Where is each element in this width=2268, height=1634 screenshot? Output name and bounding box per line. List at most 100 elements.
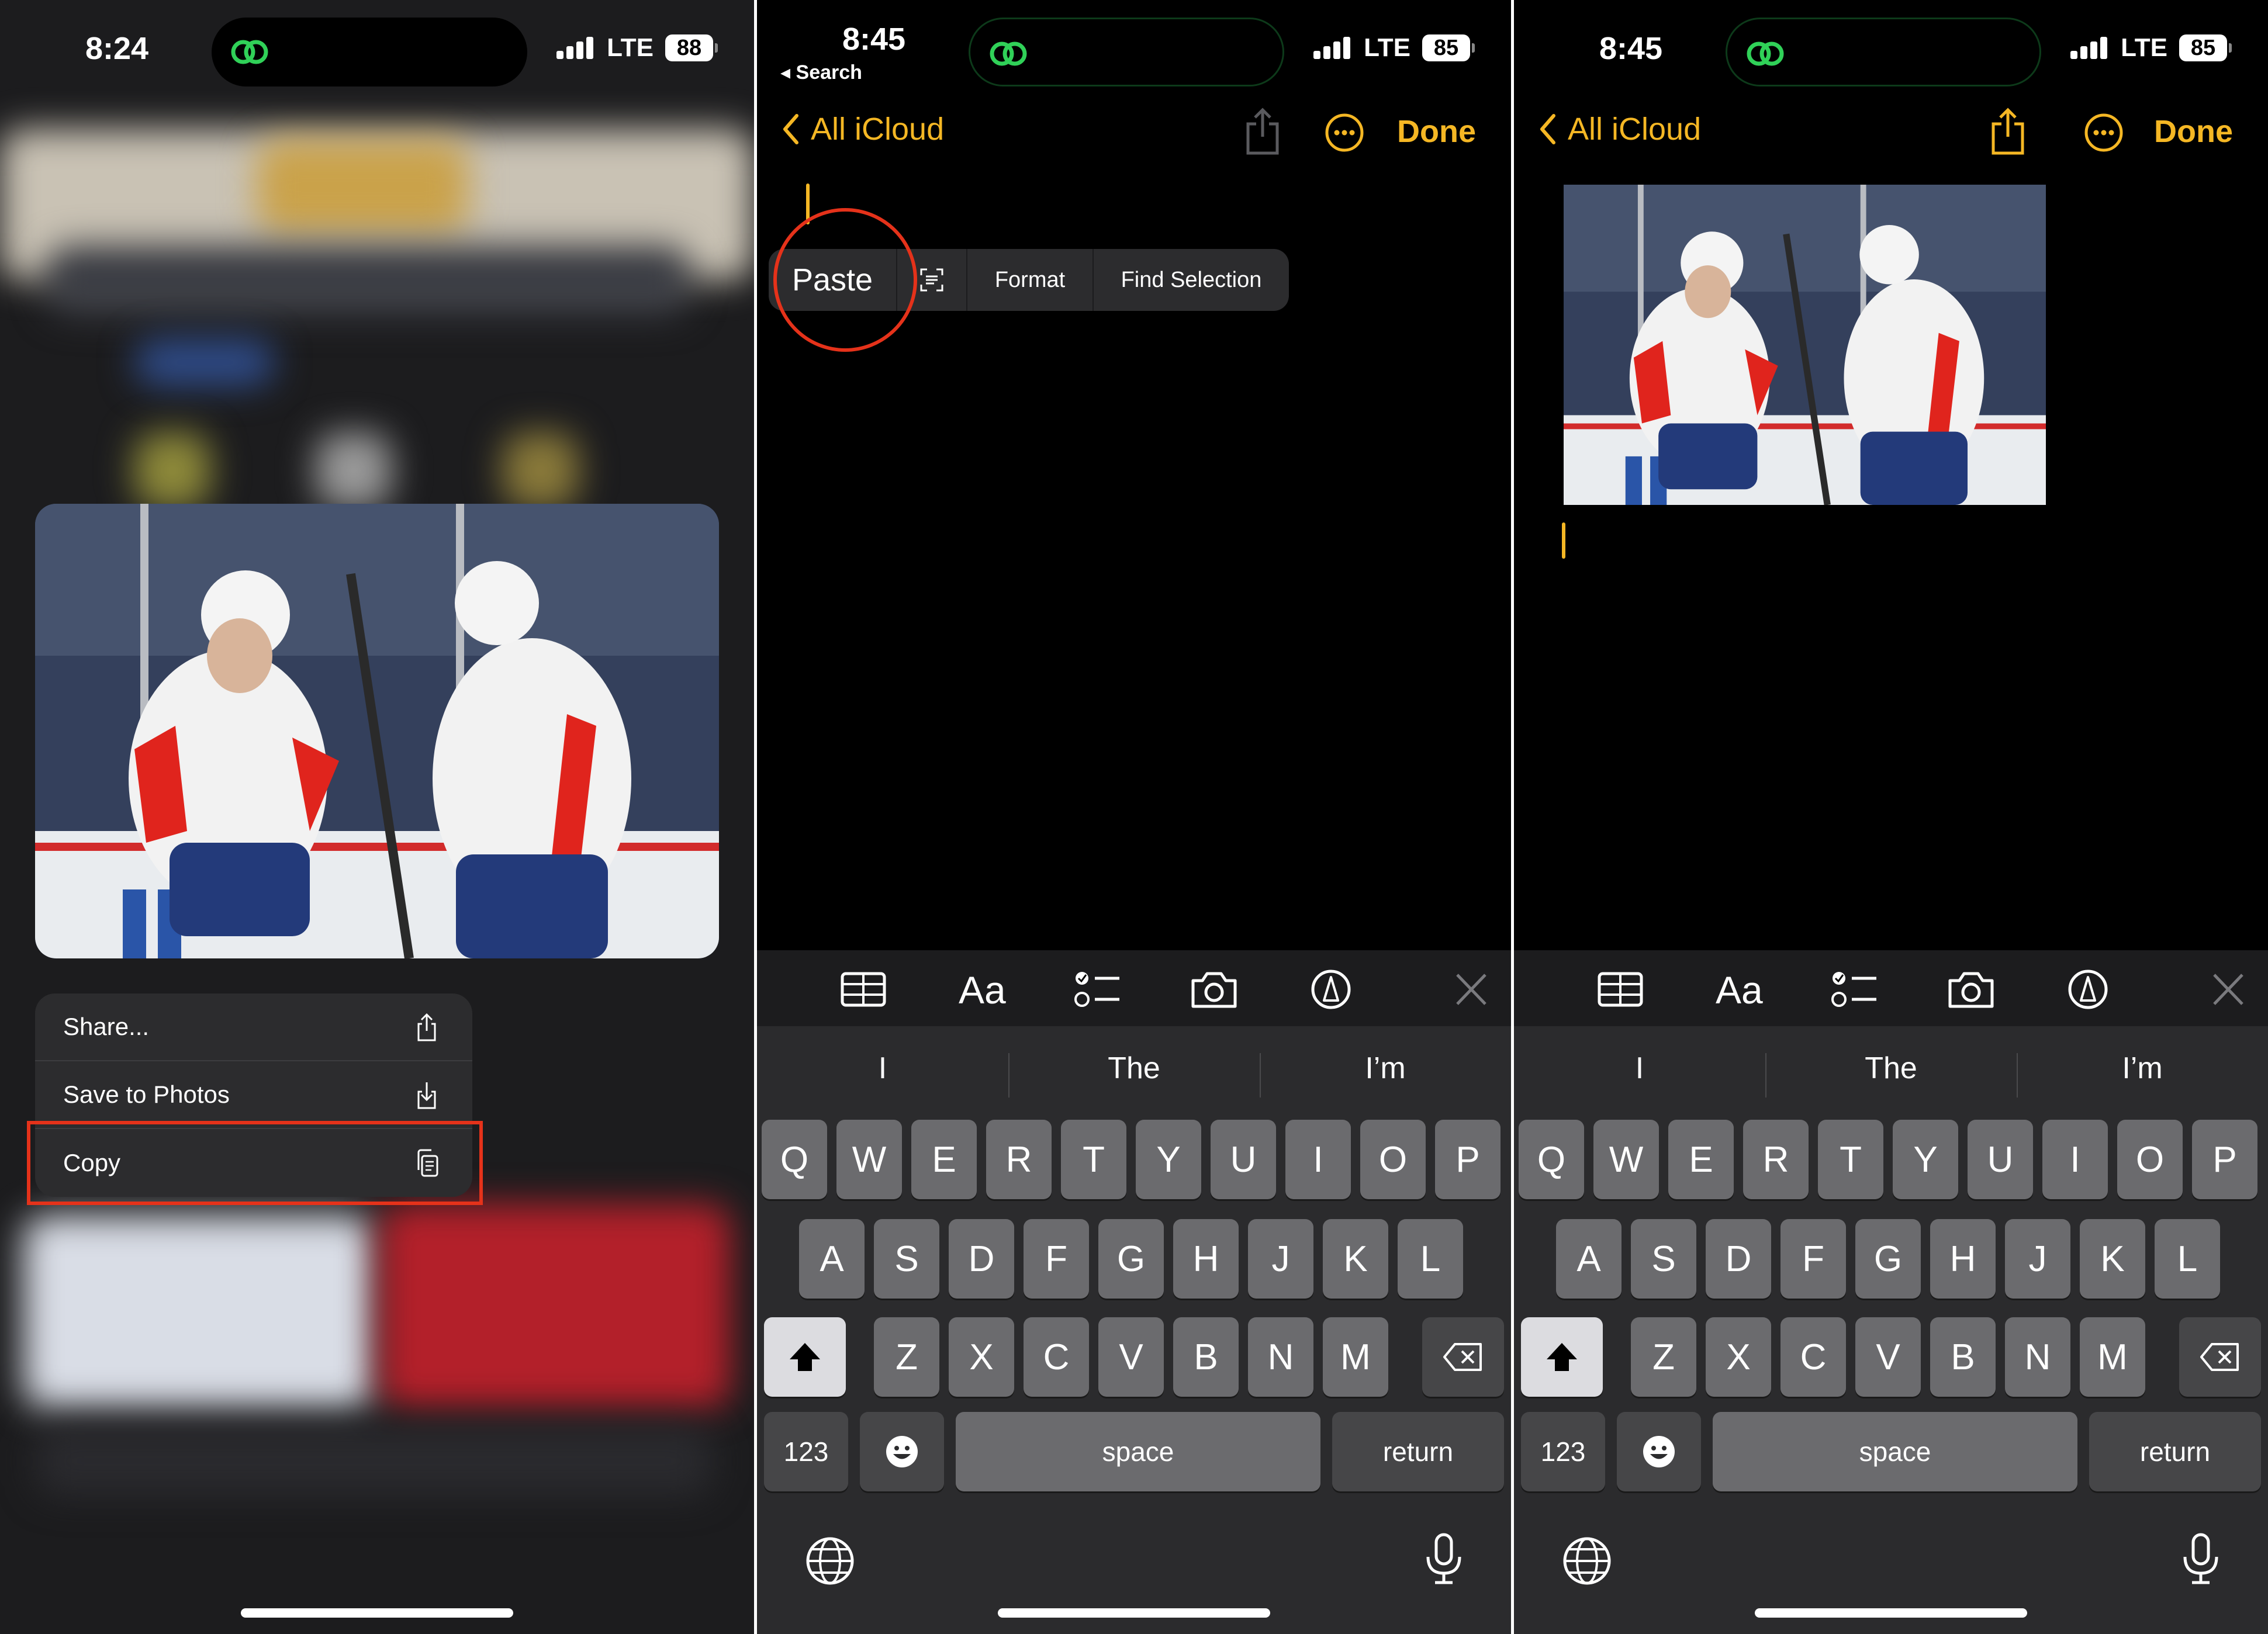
key-t[interactable]: T (1818, 1120, 1883, 1199)
key-e[interactable]: E (911, 1120, 977, 1199)
globe-icon[interactable] (804, 1535, 856, 1587)
key-r[interactable]: R (1743, 1120, 1809, 1199)
return-key[interactable]: return (2089, 1412, 2261, 1491)
table-icon[interactable] (839, 968, 888, 1011)
key-f[interactable]: F (1780, 1219, 1846, 1299)
back-to-app[interactable]: ◂ Search (780, 61, 862, 84)
key-d[interactable]: D (949, 1219, 1014, 1299)
key-i[interactable]: I (2042, 1120, 2108, 1199)
close-icon[interactable] (2204, 968, 2253, 1011)
key-j[interactable]: J (1248, 1219, 1313, 1299)
key-y[interactable]: Y (1136, 1120, 1201, 1199)
key-o[interactable]: O (2117, 1120, 2183, 1199)
key-a[interactable]: A (799, 1219, 865, 1299)
suggestion-2[interactable]: The (1765, 1051, 2017, 1086)
key-p[interactable]: P (1435, 1120, 1501, 1199)
suggestion-1[interactable]: I (1514, 1051, 1765, 1086)
checklist-icon[interactable] (1073, 968, 1122, 1011)
key-h[interactable]: H (1930, 1219, 1996, 1299)
table-icon[interactable] (1596, 968, 1645, 1011)
return-key[interactable]: return (1332, 1412, 1504, 1491)
key-o[interactable]: O (1360, 1120, 1426, 1199)
menu-item-save-to-photos[interactable]: Save to Photos (35, 1061, 472, 1129)
key-c[interactable]: C (1780, 1317, 1846, 1397)
done-button[interactable]: Done (1397, 113, 1476, 150)
key-m[interactable]: M (1323, 1317, 1388, 1397)
key-w[interactable]: W (836, 1120, 902, 1199)
share-icon[interactable] (1242, 108, 1283, 155)
key-n[interactable]: N (2005, 1317, 2070, 1397)
space-key[interactable]: space (956, 1412, 1320, 1491)
format-text-button[interactable]: Aa (959, 968, 1006, 1012)
key-c[interactable]: C (1024, 1317, 1089, 1397)
suggestion-2[interactable]: The (1008, 1051, 1260, 1086)
key-s[interactable]: S (1631, 1219, 1696, 1299)
key-n[interactable]: N (1248, 1317, 1313, 1397)
menu-item-share[interactable]: Share... (35, 993, 472, 1061)
format-button[interactable]: Format (967, 249, 1094, 311)
suggestion-3[interactable]: I’m (1260, 1051, 1511, 1086)
suggestion-1[interactable]: I (757, 1051, 1008, 1086)
key-p[interactable]: P (2192, 1120, 2257, 1199)
suggestion-3[interactable]: I’m (2017, 1051, 2268, 1086)
key-t[interactable]: T (1061, 1120, 1126, 1199)
pasted-hockey-photo[interactable] (1564, 185, 2046, 505)
key-r[interactable]: R (986, 1120, 1052, 1199)
key-z[interactable]: Z (1631, 1317, 1696, 1397)
key-b[interactable]: B (1930, 1317, 1996, 1397)
space-key[interactable]: space (1713, 1412, 2077, 1491)
numbers-key[interactable]: 123 (764, 1412, 848, 1491)
microphone-icon[interactable] (1418, 1532, 1470, 1585)
key-y[interactable]: Y (1893, 1120, 1958, 1199)
key-g[interactable]: G (1098, 1219, 1164, 1299)
shift-key[interactable] (764, 1317, 846, 1397)
key-u[interactable]: U (1968, 1120, 2033, 1199)
camera-icon[interactable] (1190, 968, 1239, 1011)
key-g[interactable]: G (1855, 1219, 1921, 1299)
hockey-photo[interactable] (35, 504, 719, 958)
delete-key[interactable] (1422, 1317, 1504, 1397)
key-q[interactable]: Q (1519, 1120, 1584, 1199)
key-w[interactable]: W (1593, 1120, 1659, 1199)
key-a[interactable]: A (1556, 1219, 1622, 1299)
key-v[interactable]: V (1098, 1317, 1164, 1397)
key-h[interactable]: H (1173, 1219, 1239, 1299)
key-k[interactable]: K (2080, 1219, 2145, 1299)
emoji-key[interactable] (1617, 1412, 1701, 1491)
key-l[interactable]: L (2155, 1219, 2220, 1299)
numbers-key[interactable]: 123 (1521, 1412, 1605, 1491)
key-b[interactable]: B (1173, 1317, 1239, 1397)
done-button[interactable]: Done (2154, 113, 2233, 150)
shift-key[interactable] (1521, 1317, 1603, 1397)
back-button[interactable]: All iCloud (1537, 111, 1701, 147)
markup-icon[interactable] (1306, 968, 1356, 1011)
key-l[interactable]: L (1398, 1219, 1463, 1299)
key-d[interactable]: D (1706, 1219, 1771, 1299)
delete-key[interactable] (2179, 1317, 2261, 1397)
checklist-icon[interactable] (1830, 968, 1879, 1011)
microphone-icon[interactable] (2174, 1532, 2227, 1585)
key-j[interactable]: J (2005, 1219, 2070, 1299)
find-selection-button[interactable]: Find Selection (1094, 249, 1289, 311)
key-m[interactable]: M (2080, 1317, 2145, 1397)
key-f[interactable]: F (1024, 1219, 1089, 1299)
key-i[interactable]: I (1285, 1120, 1351, 1199)
more-icon[interactable] (2083, 112, 2124, 153)
close-icon[interactable] (1447, 968, 1496, 1011)
camera-icon[interactable] (1947, 968, 1996, 1011)
key-x[interactable]: X (949, 1317, 1014, 1397)
emoji-key[interactable] (860, 1412, 944, 1491)
key-z[interactable]: Z (874, 1317, 939, 1397)
globe-icon[interactable] (1561, 1535, 1613, 1587)
key-u[interactable]: U (1211, 1120, 1276, 1199)
markup-icon[interactable] (2063, 968, 2113, 1011)
key-e[interactable]: E (1668, 1120, 1734, 1199)
format-text-button[interactable]: Aa (1716, 968, 1763, 1012)
key-q[interactable]: Q (762, 1120, 827, 1199)
more-icon[interactable] (1324, 112, 1365, 153)
key-k[interactable]: K (1323, 1219, 1388, 1299)
key-s[interactable]: S (874, 1219, 939, 1299)
key-x[interactable]: X (1706, 1317, 1771, 1397)
back-button[interactable]: All iCloud (780, 111, 944, 147)
key-v[interactable]: V (1855, 1317, 1921, 1397)
